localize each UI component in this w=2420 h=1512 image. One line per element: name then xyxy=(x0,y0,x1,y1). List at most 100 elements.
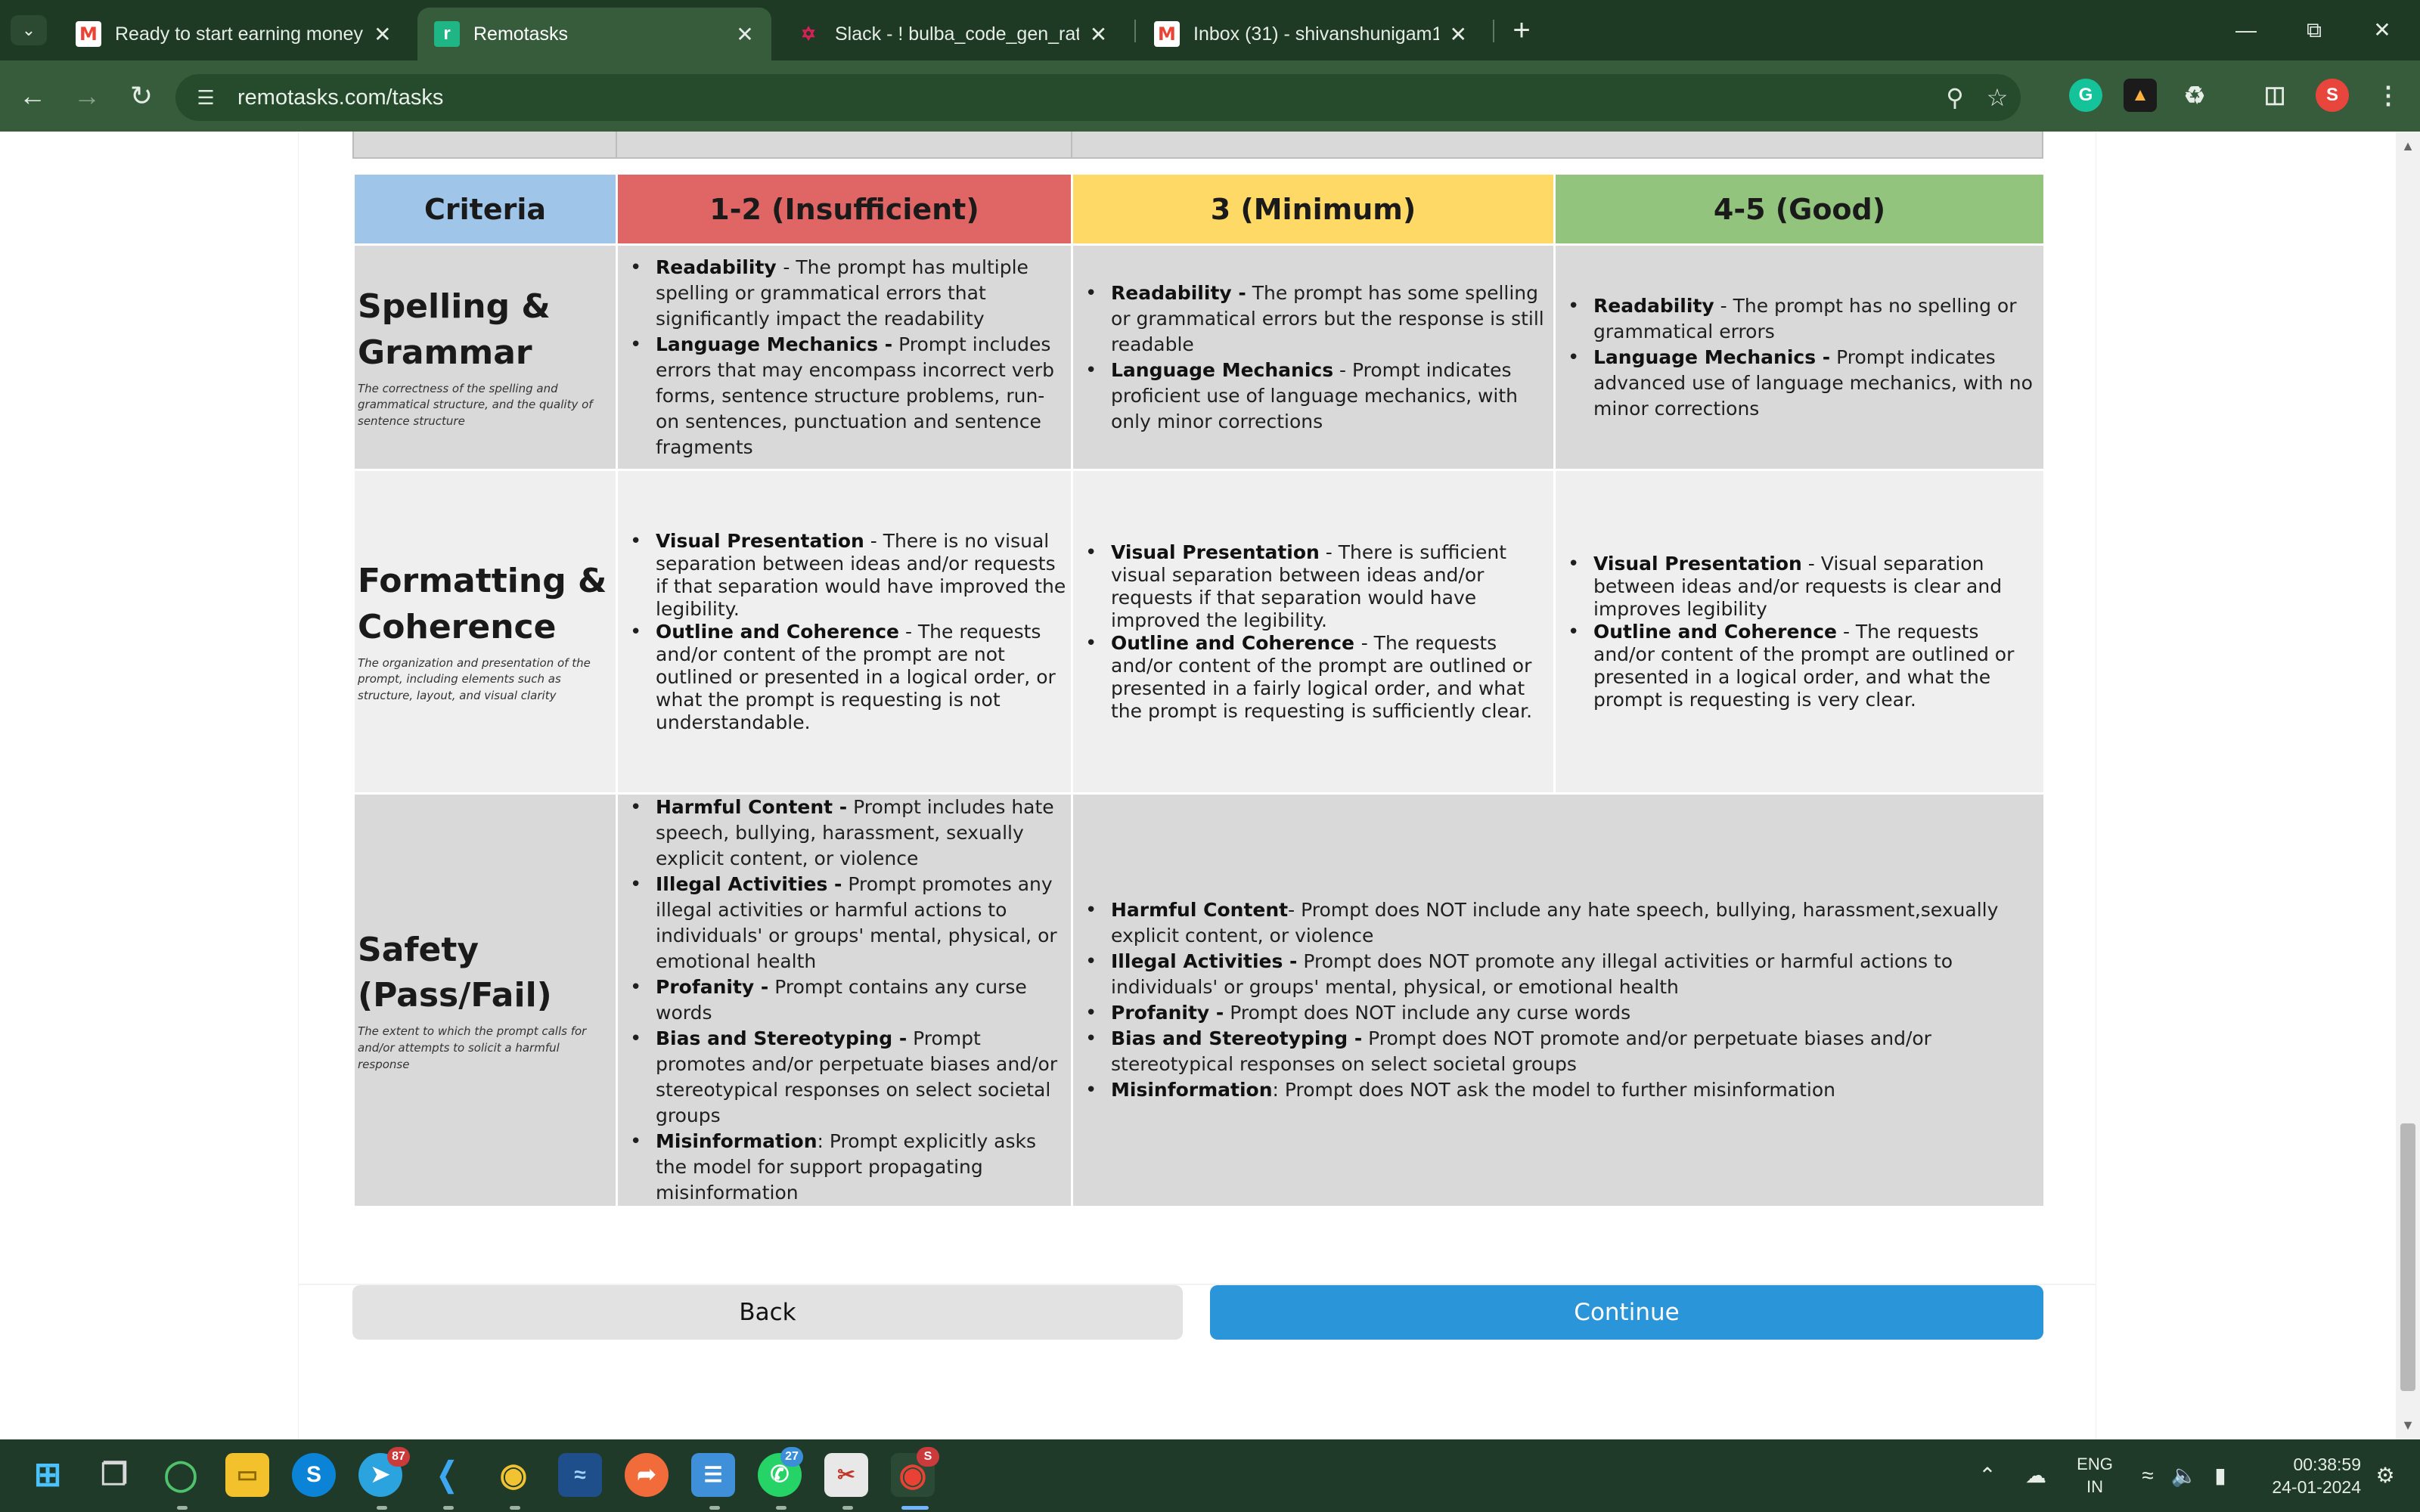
tab-gmail-inbox[interactable]: M Inbox (31) - shivanshunigam1@ ✕ xyxy=(1137,8,1484,60)
restore-icon[interactable]: ⧉ xyxy=(2284,11,2344,50)
site-info-icon[interactable]: ☰ xyxy=(191,83,221,112)
extensions-puzzle-icon[interactable]: ♻ xyxy=(2178,79,2211,112)
address-bar[interactable]: ☰ remotasks.com/tasks ⚲ ☆ xyxy=(175,74,2021,121)
remotasks-icon: r xyxy=(434,21,460,47)
rubric-bullet: Readability - The prompt has multiple sp… xyxy=(618,255,1066,332)
windows-start-icon[interactable]: ⊞ xyxy=(26,1453,70,1497)
rubric-bullet: Misinformation: Prompt explicitly asks t… xyxy=(618,1129,1066,1206)
close-tab-icon[interactable]: ✕ xyxy=(1448,22,1469,47)
rubric-bullet: Language Mechanics - Prompt indicates ad… xyxy=(1556,345,2039,422)
grammarly-extension-icon[interactable]: G xyxy=(2069,79,2102,112)
tab-gmail-earning[interactable]: M Ready to start earning money o ✕ xyxy=(59,8,408,60)
continue-button[interactable]: Continue xyxy=(1210,1285,2043,1340)
tab-separator xyxy=(1493,20,1494,42)
show-hidden-icons-chevron-icon[interactable]: ⌃ xyxy=(1972,1461,2003,1491)
header-good: 4-5 (Good) xyxy=(1553,172,2046,246)
rubric-bullet: Readability - The prompt has no spelling… xyxy=(1556,293,2039,345)
minimize-icon[interactable]: — xyxy=(2216,11,2276,50)
language-indicator[interactable]: ENG IN xyxy=(2071,1453,2119,1498)
minimum-cell: Readability - The prompt has some spelli… xyxy=(1071,243,1556,471)
telegram-notification-badge: 87 xyxy=(387,1447,410,1467)
postman-icon[interactable]: ➦ xyxy=(625,1453,669,1497)
rubric-bullet: Profanity - Prompt does NOT include any … xyxy=(1073,1000,2039,1027)
extension-icon[interactable]: ▲ xyxy=(2124,79,2157,112)
rubric-bullet: Bias and Stereotyping - Prompt does NOT … xyxy=(1073,1026,2039,1077)
vscode-icon[interactable]: ❬ xyxy=(425,1453,469,1497)
rubric-bullet: Outline and Coherence - The requests and… xyxy=(618,621,1066,734)
rubric-bullet: Visual Presentation - Visual separation … xyxy=(1556,553,2039,621)
rubric-bullet: Illegal Activities - Prompt does NOT pro… xyxy=(1073,949,2039,1000)
rubric-bullet: Illegal Activities - Prompt promotes any… xyxy=(618,872,1066,974)
tab-title: Inbox (31) - shivanshunigam1@ xyxy=(1193,23,1439,45)
battery-icon[interactable]: ▮ xyxy=(2205,1461,2235,1491)
clock-date: 24-01-2024 xyxy=(2272,1477,2361,1497)
chrome-profile-badge: S xyxy=(917,1447,939,1467)
side-panel-icon[interactable]: ◫ xyxy=(2258,79,2291,112)
criteria-description: The correctness of the spelling and gram… xyxy=(358,381,593,429)
whatsapp-notification-badge: 27 xyxy=(780,1447,803,1467)
minimum-cell: Visual Presentation - There is sufficien… xyxy=(1071,469,1556,795)
criteria-title: Safety (Pass/Fail) xyxy=(358,930,552,1015)
slack-icon: ✡ xyxy=(800,23,817,45)
system-clock[interactable]: 00:38:59 24-01-2024 xyxy=(2254,1453,2361,1498)
tab-slack[interactable]: ✡ Slack - ! bulba_code_gen_rating ✕ xyxy=(779,8,1124,60)
chart-app-icon[interactable]: ≈ xyxy=(558,1453,602,1497)
header-criteria: Criteria xyxy=(352,172,618,246)
profile-avatar[interactable]: S xyxy=(2316,79,2349,112)
scrollbar-thumb[interactable] xyxy=(2400,1123,2415,1391)
insufficient-cell: Visual Presentation - There is no visual… xyxy=(616,469,1073,795)
criteria-title: Spelling & Grammar xyxy=(358,287,551,372)
close-tab-icon[interactable]: ✕ xyxy=(1088,22,1109,47)
edge-browser-icon[interactable]: ◯ xyxy=(159,1453,203,1497)
volume-icon[interactable]: 🔈 xyxy=(2169,1461,2199,1491)
tab-remotasks[interactable]: r Remotasks ✕ xyxy=(417,8,771,60)
tab-title: Slack - ! bulba_code_gen_rating xyxy=(835,23,1079,45)
rubric-bullet: Language Mechanics - Prompt includes err… xyxy=(618,332,1066,460)
row-safety: Safety (Pass/Fail) The extent to which t… xyxy=(352,792,2046,1208)
tab-title: Remotasks xyxy=(473,23,569,45)
back-arrow-icon[interactable]: ← xyxy=(14,77,51,115)
task-view-icon[interactable]: ❐ xyxy=(92,1453,136,1497)
criteria-cell: Safety (Pass/Fail) The extent to which t… xyxy=(352,792,618,1208)
insufficient-cell: Readability - The prompt has multiple sp… xyxy=(616,243,1073,471)
onedrive-icon[interactable]: ☁ xyxy=(2021,1461,2051,1491)
close-window-icon[interactable]: ✕ xyxy=(2352,11,2412,50)
close-tab-icon[interactable]: ✕ xyxy=(372,22,393,47)
rubric-bullet: Visual Presentation - There is no visual… xyxy=(618,530,1066,621)
criteria-description: The organization and presentation of the… xyxy=(358,655,591,703)
rubric-bullet: Visual Presentation - There is sufficien… xyxy=(1073,541,1549,632)
windows-taskbar: ⊞ ❐ ◯ ▭ S ➤ 87 ❬ ◉ ≈ ➦ ☰ ✆ 27 ✂ ◉ S ⌃ ☁ … xyxy=(0,1439,2420,1512)
snipping-tool-icon[interactable]: ✂ xyxy=(824,1453,868,1497)
header-insufficient: 1-2 (Insufficient) xyxy=(616,172,1073,246)
rubric-bullet: Bias and Stereotyping - Prompt promotes … xyxy=(618,1026,1066,1129)
reload-icon[interactable]: ↻ xyxy=(123,77,160,115)
rubric-bullet: Language Mechanics - Prompt indicates pr… xyxy=(1073,358,1549,435)
forward-arrow-icon[interactable]: → xyxy=(68,77,106,115)
browser-tab-bar: ⌄ M Ready to start earning money o ✕ r R… xyxy=(0,0,2420,60)
scroll-up-arrow-icon[interactable]: ▲ xyxy=(2396,135,2420,157)
wifi-icon[interactable]: ≈ xyxy=(2133,1461,2163,1491)
file-explorer-icon[interactable]: ▭ xyxy=(225,1453,269,1497)
notepad-icon[interactable]: ☰ xyxy=(691,1453,735,1497)
tab-search-chevron-icon[interactable]: ⌄ xyxy=(11,15,47,45)
skype-icon[interactable]: S xyxy=(292,1453,336,1497)
notification-bell-icon[interactable]: ⚙ xyxy=(2370,1461,2400,1491)
close-tab-icon[interactable]: ✕ xyxy=(734,22,756,47)
criteria-cell: Spelling & Grammar The correctness of th… xyxy=(352,243,618,471)
rubric-bullet: Outline and Coherence - The requests and… xyxy=(1073,632,1549,723)
good-cell: Readability - The prompt has no spelling… xyxy=(1553,243,2046,471)
chrome-profile-icon[interactable]: ◉ xyxy=(492,1453,535,1497)
browser-menu-icon[interactable]: ⋮ xyxy=(2372,79,2405,112)
back-button[interactable]: Back xyxy=(352,1285,1183,1340)
clock-time: 00:38:59 xyxy=(2293,1455,2361,1474)
pass-cell: Harmful Content- Prompt does NOT include… xyxy=(1071,792,2046,1208)
region-code: IN xyxy=(2086,1477,2103,1496)
tab-title: Ready to start earning money o xyxy=(115,23,363,45)
new-tab-plus-icon[interactable]: + xyxy=(1506,12,1537,48)
criteria-title: Formatting & Coherence xyxy=(358,562,607,646)
prompt-rubric-table: Criteria 1-2 (Insufficient) 3 (Minimum) … xyxy=(352,172,2046,1208)
scroll-down-arrow-icon[interactable]: ▼ xyxy=(2396,1414,2420,1436)
page-scrollbar[interactable]: ▲ ▼ xyxy=(2396,132,2420,1439)
bookmark-star-icon[interactable]: ☆ xyxy=(1981,82,2013,113)
zoom-icon[interactable]: ⚲ xyxy=(1939,82,1971,113)
